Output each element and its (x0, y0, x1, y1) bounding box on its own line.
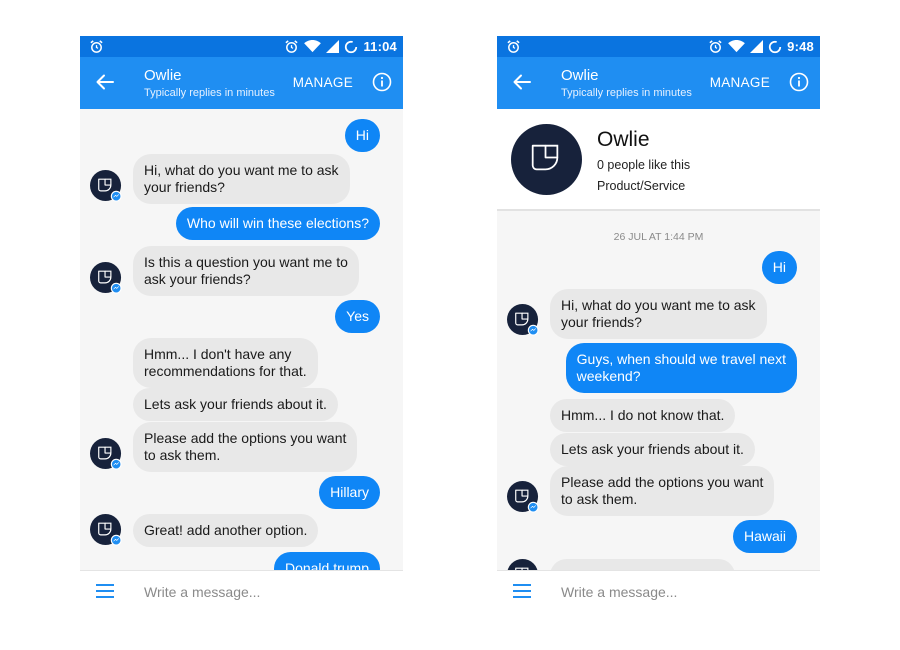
outgoing-message-bubble[interactable]: Hi (761, 251, 797, 284)
cellular-signal-icon (326, 40, 340, 53)
manage-button[interactable]: MANAGE (293, 75, 353, 90)
incoming-message-bubble[interactable]: Lets ask your friends about it. (133, 388, 338, 421)
status-bar: 11:04 (80, 36, 403, 57)
menu-icon[interactable] (513, 584, 531, 600)
phone-screen-right: 9:48 Owlie Typically replies in minutes … (497, 36, 820, 614)
menu-icon[interactable] (96, 584, 114, 600)
back-arrow-icon[interactable] (512, 72, 532, 92)
message-input[interactable] (561, 580, 801, 604)
outgoing-message-bubble[interactable]: Who will win these elections? (175, 207, 380, 240)
wifi-icon (728, 40, 746, 53)
alarm-icon (507, 40, 520, 53)
outgoing-message-bubble[interactable]: Yes (335, 300, 380, 333)
composer (497, 570, 820, 614)
status-bar: 9:48 (497, 36, 820, 57)
wifi-icon (304, 40, 322, 53)
incoming-message-bubble[interactable]: Hi, what do you want me to ask your frien… (550, 289, 767, 339)
owlie-avatar-icon (507, 481, 540, 514)
outgoing-message-bubble[interactable]: Donald trump (273, 552, 380, 570)
owlie-avatar-icon (90, 514, 123, 547)
owlie-avatar-icon (90, 438, 123, 471)
battery-icon (769, 40, 782, 53)
owlie-avatar-icon (90, 170, 123, 203)
owlie-avatar-icon (507, 304, 540, 337)
back-arrow-icon[interactable] (95, 72, 115, 92)
alarm-icon (90, 40, 103, 53)
app-bar: Owlie Typically replies in minutes MANAG… (497, 57, 820, 109)
message-list[interactable]: 26 JUL AT 1:44 PM Hi Hi, what do you want… (497, 109, 820, 570)
incoming-message-bubble[interactable]: Great! add another option. (133, 514, 319, 547)
alarm-icon (709, 40, 722, 53)
owlie-avatar-icon (90, 262, 123, 295)
message-input[interactable] (144, 580, 384, 604)
alarm-icon (285, 40, 299, 53)
page-subtitle: Typically replies in minutes (144, 87, 275, 99)
status-time: 9:48 (787, 39, 814, 54)
incoming-message-bubble[interactable]: Please add the options you want to ask th… (550, 466, 775, 516)
message-list[interactable]: Hi Hi, what do you want me to ask your fri… (80, 109, 403, 570)
incoming-message-bubble[interactable]: Lets ask your friends about it. (550, 433, 755, 466)
incoming-message-bubble[interactable]: Hmm... I do not know that. (550, 399, 736, 432)
phone-screen-left: 11:04 Owlie Typically replies in minutes… (80, 36, 403, 614)
status-time: 11:04 (363, 39, 397, 54)
info-icon[interactable] (789, 72, 809, 92)
manage-button[interactable]: MANAGE (710, 75, 770, 90)
app-bar: Owlie Typically replies in minutes MANAG… (80, 57, 403, 109)
outgoing-message-bubble[interactable]: Hawaii (732, 520, 797, 553)
conversation-timestamp: 26 JUL AT 1:44 PM (613, 231, 704, 243)
battery-icon (345, 40, 358, 53)
outgoing-message-bubble[interactable]: Hi (344, 119, 380, 152)
page-title: Owlie (561, 67, 599, 84)
composer (80, 570, 403, 614)
page-subtitle: Typically replies in minutes (561, 87, 692, 99)
cellular-signal-icon (750, 40, 764, 53)
incoming-message-bubble[interactable]: Is this a question you want me to ask you… (133, 246, 359, 296)
owlie-avatar-icon (507, 559, 540, 570)
incoming-message-bubble[interactable]: Great! add another option. (550, 559, 736, 570)
incoming-message-bubble[interactable]: Please add the options you want to ask th… (133, 422, 358, 472)
incoming-message-bubble[interactable]: Hmm... I don't have any recommendations f… (133, 338, 318, 388)
outgoing-message-bubble[interactable]: Guys, when should we travel next weekend? (565, 343, 797, 393)
info-icon[interactable] (372, 72, 392, 92)
outgoing-message-bubble[interactable]: Hillary (319, 476, 380, 509)
incoming-message-bubble[interactable]: Hi, what do you want me to ask your frien… (133, 154, 350, 204)
page-title: Owlie (144, 67, 182, 84)
